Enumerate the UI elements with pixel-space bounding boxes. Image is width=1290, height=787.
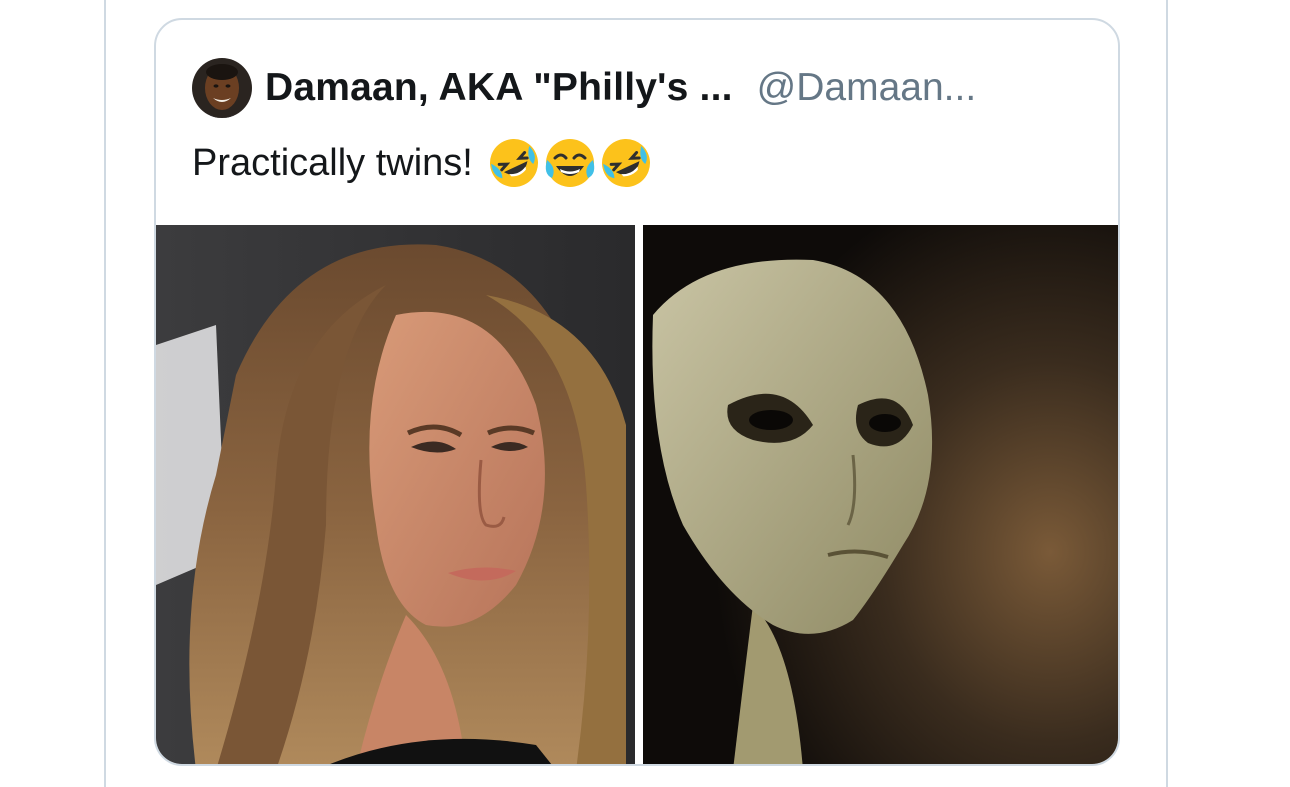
quoted-tweet-card[interactable]: Damaan, AKA "Philly's ... @Damaan... Pra… — [154, 18, 1120, 766]
rolling-on-floor-laughing-icon — [489, 139, 538, 187]
emoji-row — [487, 136, 653, 190]
author-name[interactable]: Damaan, AKA "Philly's ... — [265, 66, 733, 110]
media-grid — [156, 225, 1118, 764]
photo-alien[interactable] — [643, 225, 1118, 764]
face-with-tears-of-joy-icon — [545, 139, 595, 187]
quoted-tweet-text: Practically twins! — [192, 141, 473, 184]
quoted-tweet-text-row: Practically twins! — [192, 138, 653, 188]
photo-woman-portrait[interactable] — [156, 225, 635, 764]
rolling-on-floor-laughing-icon — [601, 139, 650, 187]
quoted-tweet-header: Damaan, AKA "Philly's ... @Damaan... — [192, 56, 976, 120]
avatar[interactable] — [192, 58, 252, 118]
author-handle[interactable]: @Damaan... — [757, 66, 977, 110]
